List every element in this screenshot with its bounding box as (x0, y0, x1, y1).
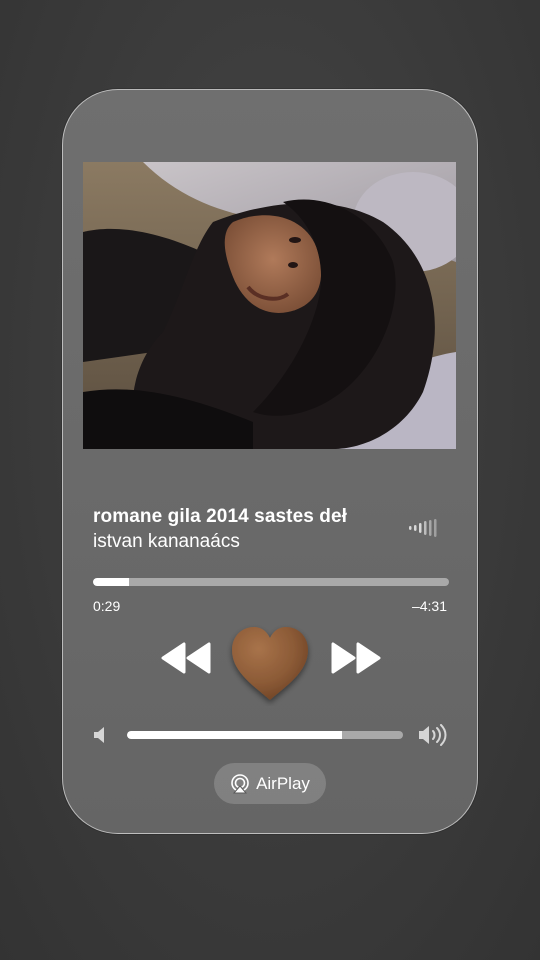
volume-low-icon (94, 727, 104, 743)
airplay-button[interactable]: AirPlay (214, 763, 326, 804)
fast-forward-icon (331, 642, 381, 674)
volume-high-icon (419, 724, 447, 746)
progress-fill (93, 578, 129, 586)
rewind-button[interactable] (160, 640, 212, 676)
airplay-icon (231, 773, 249, 793)
time-elapsed: 0:29 (93, 598, 121, 614)
album-art (83, 162, 456, 449)
rewind-icon (161, 642, 211, 674)
waveform-icon (409, 519, 437, 537)
time-remaining: –4:31 (411, 598, 447, 614)
brown-heart-icon[interactable] (224, 620, 316, 706)
fast-forward-button[interactable] (330, 640, 382, 676)
progress-slider[interactable] (93, 578, 449, 586)
volume-slider[interactable] (127, 731, 403, 739)
track-title: romane gila 2014 sastes deł (93, 506, 348, 527)
airplay-label: AirPlay (256, 773, 310, 793)
volume-fill (127, 731, 343, 739)
track-artist[interactable]: istvan kananaács (93, 531, 240, 553)
